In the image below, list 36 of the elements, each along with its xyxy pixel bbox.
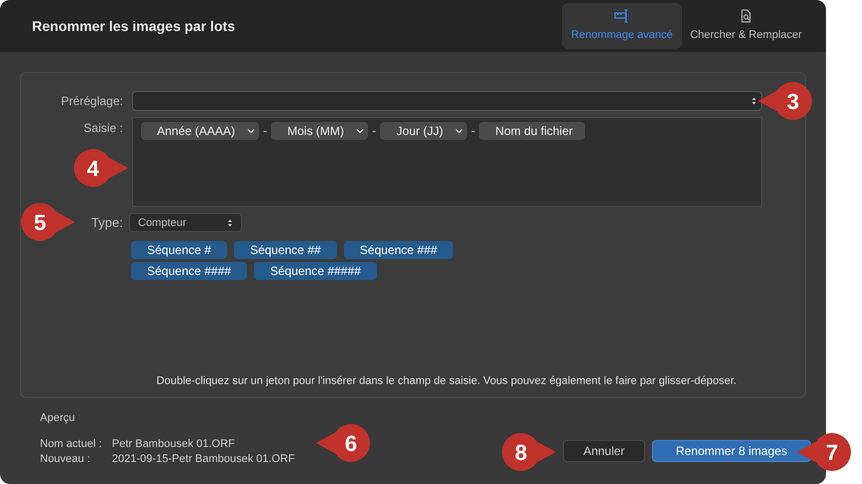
field-label: Saisie : bbox=[82, 120, 123, 137]
chevron-down-icon bbox=[247, 128, 256, 134]
token-chip[interactable]: Année (AAAA) bbox=[141, 122, 260, 140]
preview-heading: Aperçu bbox=[40, 411, 76, 426]
rename-button[interactable]: Renommer 8 images bbox=[652, 440, 811, 462]
chevron-down-icon bbox=[356, 128, 364, 134]
stepper-icon bbox=[751, 96, 757, 106]
type-select[interactable]: Compteur bbox=[129, 213, 242, 232]
sequence-token[interactable]: Séquence ## bbox=[234, 240, 337, 258]
separator-text: - bbox=[372, 122, 376, 140]
separator-text: - bbox=[471, 122, 476, 140]
separator-text: - bbox=[263, 122, 268, 140]
document-search-icon bbox=[739, 8, 753, 23]
sequence-token[interactable]: Séquence #### bbox=[131, 262, 248, 280]
hint-text: Double-cliquez sur un jeton pour l'insérer dans le champ de saisie. Vous pouvez également le faire par glisser-déposer. bbox=[156, 374, 738, 388]
token-chip[interactable]: Jour (JJ) bbox=[380, 122, 468, 140]
token-chip[interactable]: Mois (MM) bbox=[271, 122, 368, 140]
stepper-icon bbox=[227, 218, 233, 228]
input-field[interactable]: Année (AAAA) - Mois (MM) - Jour (JJ) - Nom du fichier bbox=[132, 117, 762, 207]
field-label: Préréglage: bbox=[60, 93, 123, 110]
token-chip[interactable]: Nom du fichier bbox=[479, 122, 585, 140]
toolbar-tab[interactable]: Chercher & Remplacer bbox=[682, 3, 810, 49]
sequence-token[interactable]: Séquence ### bbox=[344, 240, 454, 258]
toolbar-tab[interactable]: Renommage avancé bbox=[562, 3, 682, 49]
ruler-icon bbox=[614, 8, 630, 23]
window-title: Renommer les images par lots bbox=[32, 16, 236, 36]
preview-value: Petr Bambousek 01.ORF bbox=[112, 436, 235, 452]
preview-label: Nom actuel : bbox=[40, 436, 103, 452]
field-label: Type: bbox=[91, 214, 123, 232]
sequence-token[interactable]: Séquence # bbox=[131, 240, 228, 258]
preview-value: 2021-09-15-Petr Bambousek 01.ORF bbox=[112, 452, 295, 466]
sequence-token[interactable]: Séquence ##### bbox=[254, 262, 377, 280]
preview-label: Nouveau : bbox=[40, 452, 92, 466]
chevron-down-icon bbox=[455, 128, 464, 134]
cancel-button[interactable]: Annuler bbox=[563, 440, 645, 462]
preset-select[interactable] bbox=[132, 91, 762, 111]
